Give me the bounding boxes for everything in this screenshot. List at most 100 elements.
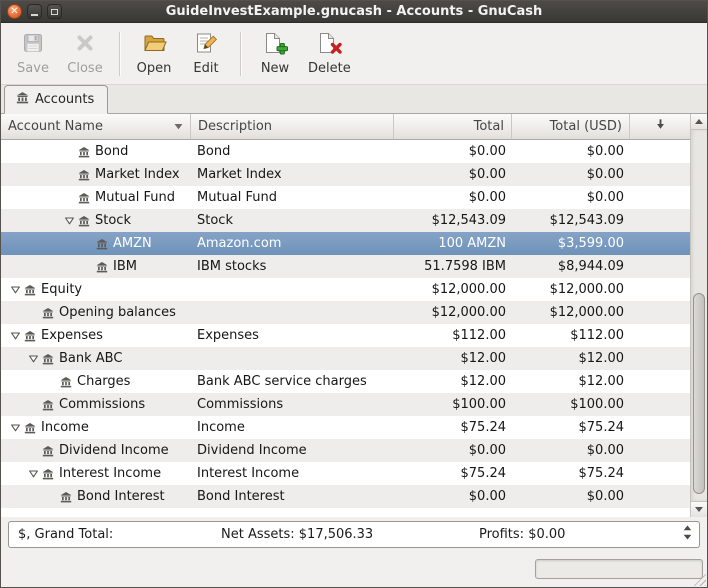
expander-icon[interactable] [7, 422, 24, 433]
account-row-equity[interactable]: Equity $12,000.00 $12,000.00 [1, 278, 690, 301]
total-usd-cell: $0.00 [512, 144, 630, 159]
edit-button[interactable]: Edit [180, 27, 232, 80]
open-button-label: Open [137, 61, 172, 76]
window-minimize-button[interactable] [27, 4, 42, 19]
scroll-up-button[interactable] [691, 114, 707, 130]
total-usd-cell: $112.00 [512, 328, 630, 343]
tree-indent [1, 266, 79, 267]
column-chooser-button[interactable] [630, 114, 690, 140]
account-row-stock[interactable]: Stock Stock $12,543.09 $12,543.09 [1, 209, 690, 232]
description-cell: Mutual Fund [191, 190, 394, 205]
expander-icon[interactable] [7, 284, 24, 295]
tree-indent [1, 496, 43, 497]
total-cell: $12,543.09 [394, 213, 512, 228]
total-usd-cell: $0.00 [512, 167, 630, 182]
description-cell: Market Index [191, 167, 394, 182]
vertical-scrollbar[interactable] [690, 114, 707, 517]
summary-bar-combobox[interactable]: $, Grand Total: Net Assets: $17,506.33 P… [8, 521, 700, 548]
save-button[interactable]: Save [7, 27, 59, 80]
scrollbar-thumb[interactable] [693, 293, 705, 493]
window-close-button[interactable]: ✕ [7, 4, 22, 19]
status-bar [1, 548, 707, 587]
column-header-total[interactable]: Total [394, 114, 512, 140]
total-usd-cell: $12,543.09 [512, 213, 630, 228]
tree-indent [1, 174, 61, 175]
account-row-commissions[interactable]: Commissions Commissions $100.00 $100.00 [1, 393, 690, 416]
minimize-icon [31, 14, 38, 16]
scrollbar-track[interactable] [691, 130, 707, 501]
total-cell: $12.00 [394, 374, 512, 389]
open-button[interactable]: Open [128, 27, 180, 80]
tab-accounts-label: Accounts [35, 92, 94, 107]
account-name-text: Bond Interest [77, 489, 165, 504]
expander-icon[interactable] [7, 330, 24, 341]
window-maximize-button[interactable] [47, 4, 62, 19]
progress-bar [535, 559, 703, 579]
save-button-label: Save [17, 61, 49, 76]
account-name-text: Commissions [59, 397, 145, 412]
account-name-text: Charges [77, 374, 130, 389]
tree-indent [1, 450, 25, 451]
description-cell: Bank ABC service charges [191, 374, 394, 389]
window-title: GuideInvestExample.gnucash - Accounts - … [1, 4, 707, 19]
column-chooser-icon [653, 117, 668, 136]
expander-icon[interactable] [61, 215, 78, 226]
bank-icon [16, 91, 29, 108]
close-tab-button[interactable]: Close [59, 27, 111, 80]
account-name-cell: Equity [1, 282, 191, 297]
delete-button[interactable]: Delete [301, 27, 358, 80]
expander-icon[interactable] [25, 468, 42, 479]
bank-icon [78, 169, 90, 181]
account-row-charges[interactable]: Charges Bank ABC service charges $12.00 … [1, 370, 690, 393]
edit-button-label: Edit [193, 61, 218, 76]
account-name-cell: Expenses [1, 328, 191, 343]
close-icon [73, 31, 97, 59]
account-name-text: Bond [95, 144, 128, 159]
total-cell: $112.00 [394, 328, 512, 343]
column-header-description[interactable]: Description [191, 114, 394, 140]
account-name-text: IBM [113, 259, 137, 274]
scroll-down-button[interactable] [691, 501, 707, 517]
total-usd-cell: $8,944.09 [512, 259, 630, 274]
expander-icon[interactable] [25, 353, 42, 364]
bank-icon [60, 491, 72, 503]
total-cell: $75.24 [394, 420, 512, 435]
account-row-mutual-fund[interactable]: Mutual Fund Mutual Fund $0.00 $0.00 [1, 186, 690, 209]
titlebar[interactable]: ✕ GuideInvestExample.gnucash - Accounts … [1, 1, 707, 23]
description-cell: Income [191, 420, 394, 435]
bank-icon [60, 376, 72, 388]
total-usd-cell: $75.24 [512, 420, 630, 435]
table-header-row: Account Name Description Total Total (US… [1, 114, 690, 140]
account-row-interest-income[interactable]: Interest Income Interest Income $75.24 $… [1, 462, 690, 485]
toolbar-separator [119, 32, 120, 76]
column-header-total-usd[interactable]: Total (USD) [512, 114, 630, 140]
account-row-amzn[interactable]: AMZN Amazon.com 100 AMZN $3,599.00 [1, 232, 690, 255]
total-usd-cell: $100.00 [512, 397, 630, 412]
account-name-cell: Commissions [1, 397, 191, 412]
new-button[interactable]: New [249, 27, 301, 80]
tab-accounts[interactable]: Accounts [4, 85, 108, 114]
total-cell: $0.00 [394, 443, 512, 458]
account-row-income[interactable]: Income Income $75.24 $75.24 [1, 416, 690, 439]
total-usd-cell: $0.00 [512, 489, 630, 504]
account-row-ibm[interactable]: IBM IBM stocks 51.7598 IBM $8,944.09 [1, 255, 690, 278]
total-cell: 51.7598 IBM [394, 259, 512, 274]
account-row-bank-abc[interactable]: Bank ABC $12.00 $12.00 [1, 347, 690, 370]
window-controls: ✕ [7, 4, 62, 19]
account-name-text: Interest Income [59, 466, 161, 481]
account-row-expenses[interactable]: Expenses Expenses $112.00 $112.00 [1, 324, 690, 347]
total-cell: $0.00 [394, 144, 512, 159]
total-cell: $0.00 [394, 167, 512, 182]
summary-dropdown-button[interactable] [678, 524, 697, 545]
account-row-bond-interest[interactable]: Bond Interest Bond Interest $0.00 $0.00 [1, 485, 690, 508]
account-row-bond[interactable]: Bond Bond $0.00 $0.00 [1, 140, 690, 163]
toolbar: Save Close Open Edit New [1, 23, 707, 85]
account-row-opening-balances[interactable]: Opening balances $12,000.00 $12,000.00 [1, 301, 690, 324]
summary-selector-label: $, Grand Total: [18, 527, 221, 542]
column-header-account-name[interactable]: Account Name [1, 114, 191, 140]
description-cell: Bond Interest [191, 489, 394, 504]
bank-icon [42, 307, 54, 319]
account-row-dividend-income[interactable]: Dividend Income Dividend Income $0.00 $0… [1, 439, 690, 462]
account-row-market-index[interactable]: Market Index Market Index $0.00 $0.00 [1, 163, 690, 186]
bank-icon [42, 353, 54, 365]
